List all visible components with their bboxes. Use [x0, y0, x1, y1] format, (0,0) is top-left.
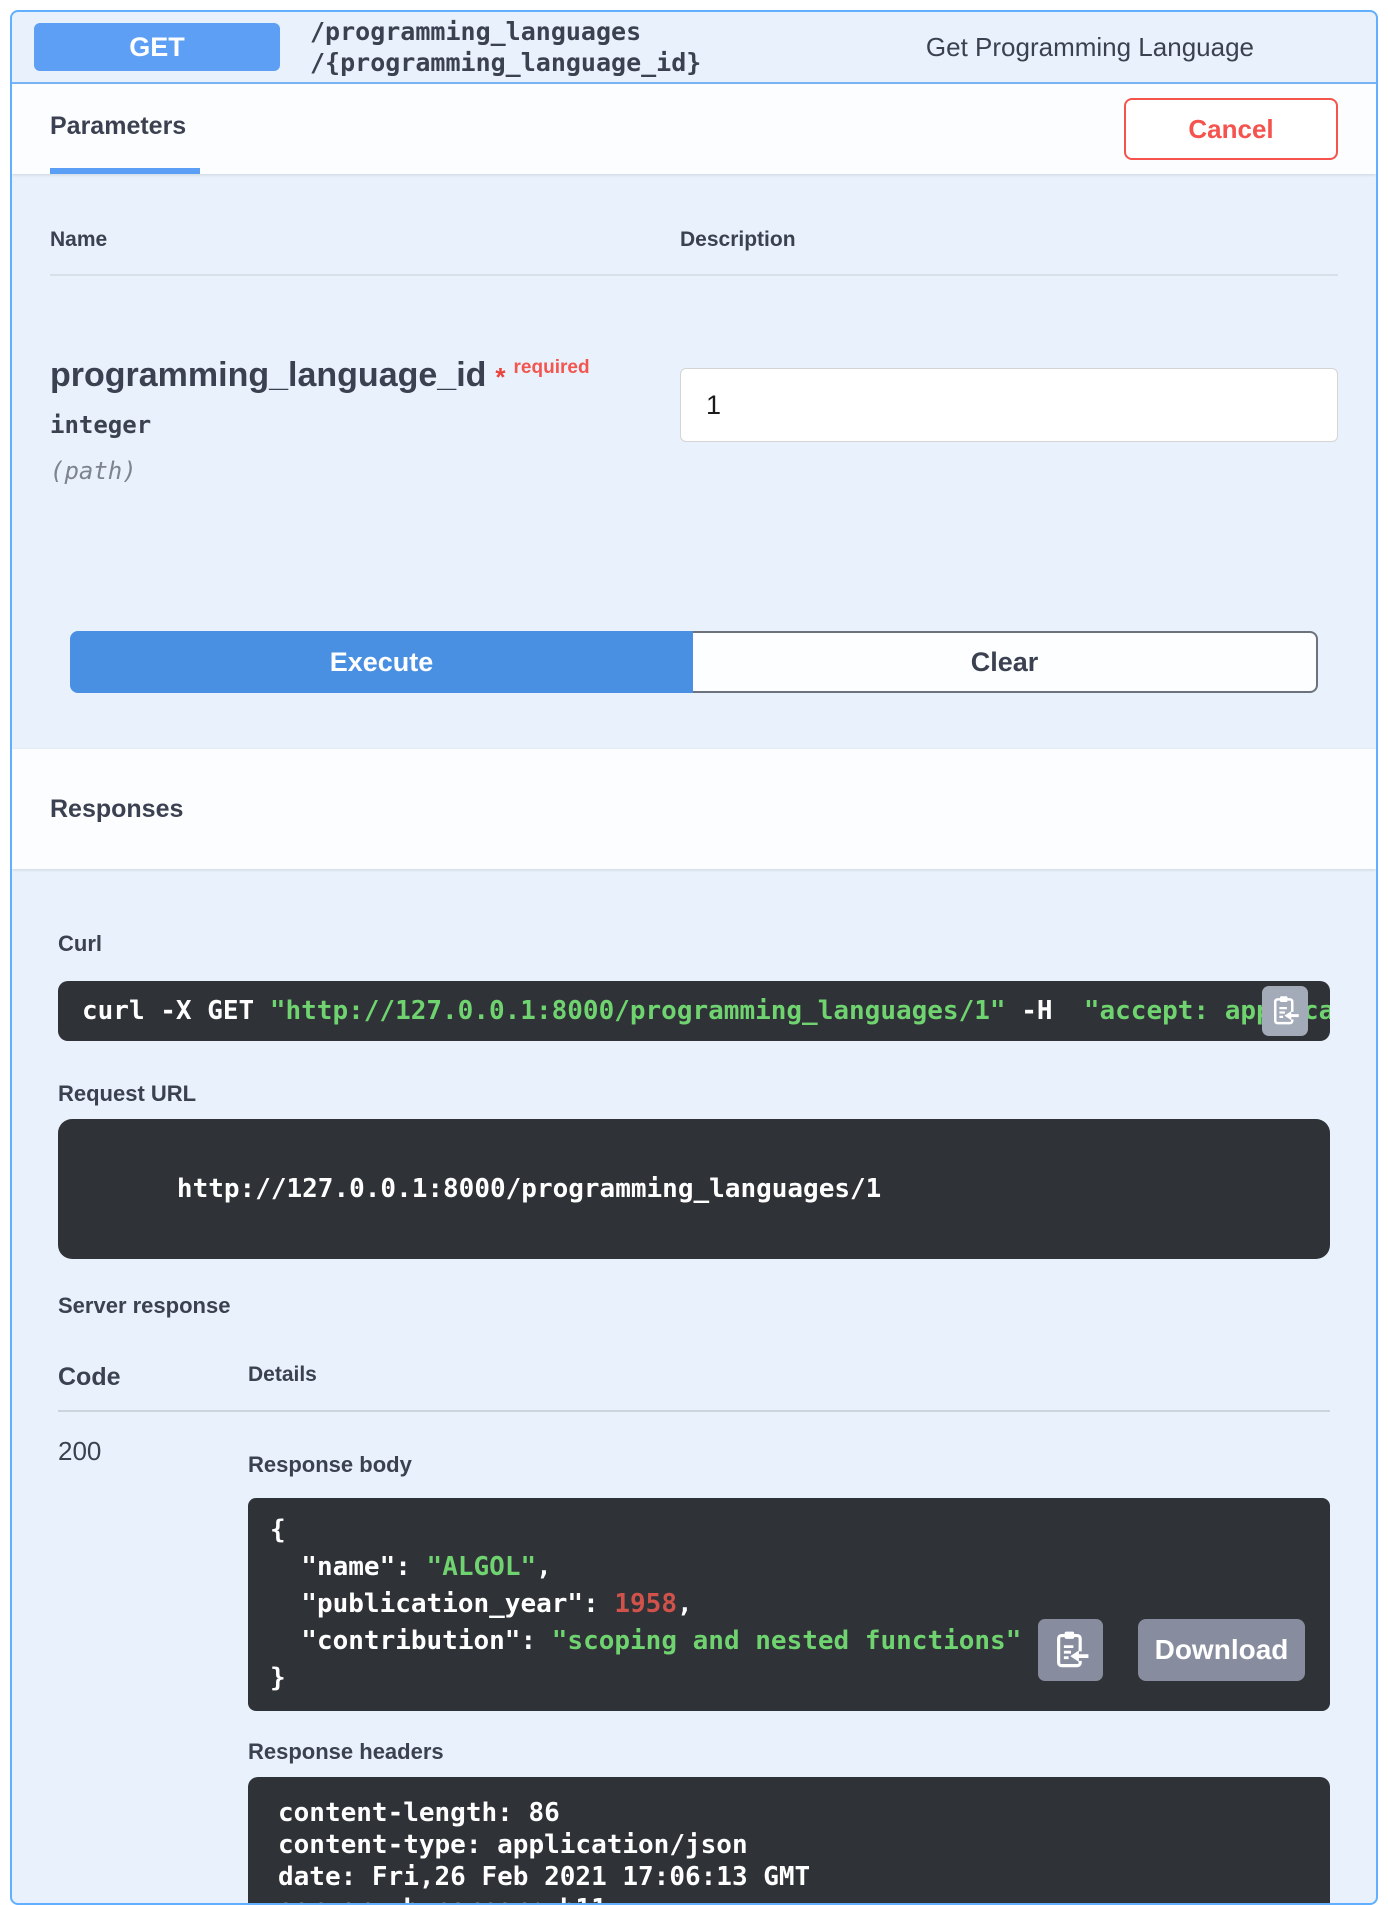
response-headers-label: Response headers — [248, 1739, 1330, 1765]
responses-title: Responses — [50, 795, 183, 824]
responses-section-header: Responses — [12, 749, 1376, 869]
parameter-name-cell: programming_language_id * required integer… — [50, 356, 680, 485]
response-body-label: Response body — [248, 1452, 1330, 1478]
copy-to-clipboard-button[interactable] — [1262, 986, 1308, 1036]
responses-content: Curl curl -X GET "http://127.0.0.1:8000/… — [12, 869, 1376, 1905]
cancel-button[interactable]: Cancel — [1124, 98, 1338, 160]
required-star: * — [495, 362, 505, 392]
operation-summary[interactable]: GET /programming_languages /{programming… — [12, 12, 1376, 84]
response-headers-block: content-length: 86 content-type: applica… — [248, 1777, 1330, 1905]
endpoint-path-line2: /{programming_language_id} — [310, 47, 701, 78]
curl-label: Curl — [58, 931, 1330, 957]
parameter-name-text: programming_language_id — [50, 356, 486, 394]
request-url-label: Request URL — [58, 1081, 1330, 1107]
code-column-header: Code — [58, 1363, 248, 1392]
parameters-section-header: Parameters Cancel — [12, 84, 1376, 174]
details-column-header: Details — [248, 1363, 1330, 1392]
execute-button[interactable]: Execute — [70, 631, 693, 693]
download-button[interactable]: Download — [1138, 1619, 1305, 1681]
status-code: 200 — [58, 1436, 248, 1905]
copy-response-button[interactable] — [1038, 1619, 1103, 1681]
response-row: 200 Response body { "name": "ALGOL", "pu… — [58, 1412, 1330, 1905]
parameter-name: programming_language_id * required — [50, 356, 680, 395]
request-url-block: http://127.0.0.1:8000/programming_langua… — [58, 1119, 1330, 1259]
clear-button[interactable]: Clear — [693, 631, 1318, 693]
endpoint-path: /programming_languages /{programming_lan… — [310, 16, 701, 78]
parameter-location: (path) — [50, 457, 680, 485]
required-label: required — [514, 357, 590, 378]
curl-command-block: curl -X GET "http://127.0.0.1:8000/progr… — [58, 981, 1330, 1041]
operation-title: Get Programming Language — [926, 32, 1254, 63]
request-url-value: http://127.0.0.1:8000/programming_langua… — [177, 1174, 881, 1204]
parameter-type: integer — [50, 411, 680, 439]
response-body-block: { "name": "ALGOL", "publication_year": 1… — [248, 1498, 1330, 1711]
parameters-table: Name Description programming_language_id… — [12, 174, 1376, 749]
curl-command: curl -X GET "http://127.0.0.1:8000/progr… — [82, 996, 1330, 1026]
server-response-label: Server response — [58, 1293, 1330, 1319]
description-column-header: Description — [680, 228, 1338, 252]
name-column-header: Name — [50, 228, 680, 252]
clipboard-copy-icon — [1270, 993, 1300, 1030]
parameter-value-input[interactable] — [680, 368, 1338, 442]
parameters-title: Parameters — [50, 112, 186, 141]
clipboard-copy-icon — [1052, 1628, 1090, 1673]
method-badge: GET — [34, 23, 280, 71]
response-details-cell: Response body { "name": "ALGOL", "public… — [248, 1436, 1330, 1905]
execute-controls: Execute Clear — [70, 631, 1318, 693]
parameter-value-cell — [680, 356, 1338, 485]
parameter-row: programming_language_id * required integer… — [50, 276, 1338, 485]
operation-panel: GET /programming_languages /{programming… — [10, 10, 1378, 1905]
tab-parameters[interactable]: Parameters — [50, 84, 200, 174]
endpoint-path-line1: /programming_languages — [310, 16, 701, 47]
